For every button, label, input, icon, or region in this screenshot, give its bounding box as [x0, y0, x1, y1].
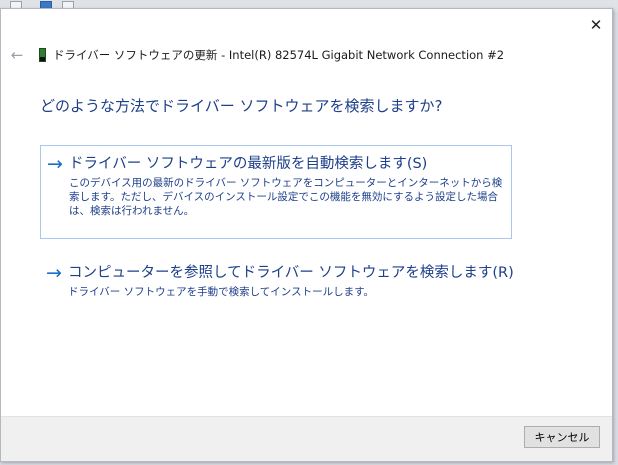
arrow-right-icon: →: [47, 153, 63, 175]
option-title: コンピューターを参照してドライバー ソフトウェアを検索します(R): [68, 265, 514, 281]
option-description: このデバイス用の最新のドライバー ソフトウェアをコンピューターとインターネットか…: [69, 177, 503, 217]
option-browse-computer[interactable]: → コンピューターを参照してドライバー ソフトウェアを検索します(R) ドライバ…: [40, 255, 514, 311]
dialog-title: ドライバー ソフトウェアの更新 - Intel(R) 82574L Gigabi…: [53, 48, 505, 62]
arrow-right-icon: →: [46, 262, 62, 284]
close-icon: ✕: [589, 16, 603, 34]
search-method-question: どのような方法でドライバー ソフトウェアを検索しますか?: [40, 97, 443, 115]
option-search-automatically[interactable]: → ドライバー ソフトウェアの最新版を自動検索します(S) このデバイス用の最新…: [40, 145, 512, 239]
option-title: ドライバー ソフトウェアの最新版を自動検索します(S): [69, 156, 428, 172]
dialog-header: ← ドライバー ソフトウェアの更新 - Intel(R) 82574L Giga…: [9, 47, 504, 63]
back-arrow-icon[interactable]: ←: [9, 47, 25, 63]
update-driver-dialog: ✕ ← ドライバー ソフトウェアの更新 - Intel(R) 82574L Gi…: [0, 8, 613, 462]
cancel-button[interactable]: キャンセル: [524, 426, 600, 448]
dialog-footer: キャンセル: [1, 416, 612, 461]
network-device-icon: [39, 48, 46, 62]
close-button[interactable]: ✕: [580, 9, 612, 41]
option-description: ドライバー ソフトウェアを手動で検索してインストールします。: [68, 286, 375, 298]
